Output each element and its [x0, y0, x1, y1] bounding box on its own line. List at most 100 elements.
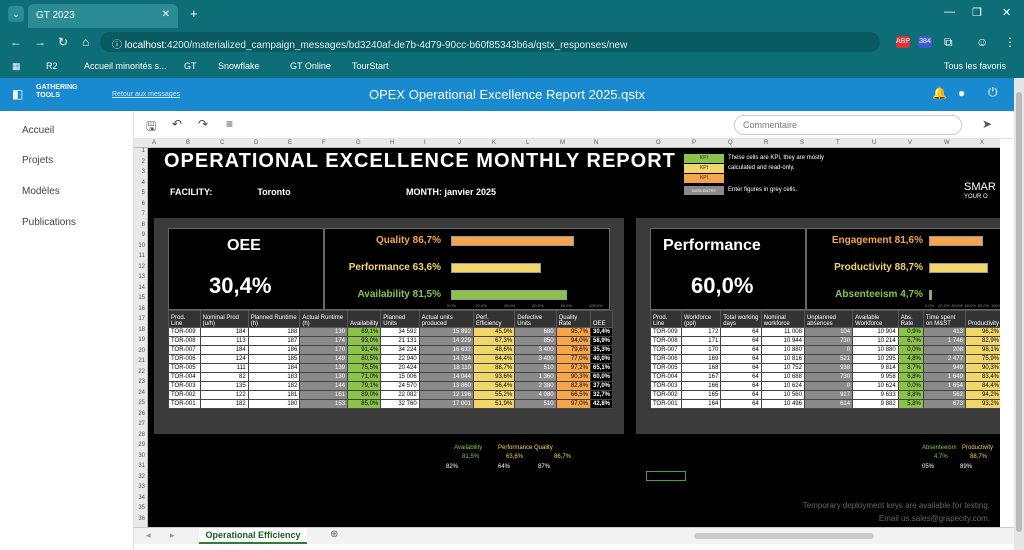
table-cell[interactable]: 144 — [299, 381, 348, 391]
bookmark-item[interactable]: Accueil minorités s... — [84, 61, 167, 71]
sidebar-item-publications[interactable]: Publications — [22, 217, 76, 228]
table-cell[interactable]: 1 649 — [922, 372, 966, 382]
all-bookmarks[interactable]: Tous les favoris — [944, 61, 1006, 71]
table-cell[interactable]: 614 — [803, 399, 854, 409]
tab-search-icon[interactable]: ⌄ — [8, 6, 24, 22]
column-header[interactable]: F — [322, 140, 326, 146]
table-cell[interactable]: 14 229 — [418, 336, 474, 346]
sidebar-item-modeles[interactable]: Modèles — [22, 186, 60, 197]
table-cell[interactable]: 161 — [299, 390, 348, 400]
table-cell[interactable]: 18 110 — [418, 363, 474, 373]
bookmark-item[interactable]: GT Online — [290, 61, 331, 71]
reload-icon[interactable]: ↻ — [58, 35, 68, 49]
table-cell[interactable]: 104 — [803, 327, 854, 337]
selected-cell[interactable] — [646, 471, 686, 481]
column-header[interactable]: H — [390, 140, 394, 146]
counter-extension-icon[interactable]: 384 — [918, 36, 932, 48]
apps-icon[interactable]: ▦ — [12, 61, 21, 72]
table-cell[interactable]: 130 — [299, 372, 348, 382]
vertical-scrollbar[interactable] — [1014, 78, 1024, 550]
row-header[interactable]: 15 — [138, 295, 145, 301]
column-header[interactable]: B — [186, 140, 190, 146]
table-cell[interactable]: 130 — [299, 327, 348, 337]
table-cell[interactable]: 938 — [803, 363, 854, 373]
table-cell[interactable]: 510 — [514, 399, 557, 409]
column-header[interactable]: D — [254, 140, 258, 146]
bookmark-item[interactable]: R2 — [46, 61, 58, 71]
row-header[interactable]: 30 — [138, 453, 145, 459]
table-cell[interactable]: 927 — [803, 390, 854, 400]
bookmark-item[interactable]: TourStart — [352, 61, 389, 71]
row-header[interactable]: 18 — [138, 327, 145, 333]
back-icon[interactable]: ← — [10, 35, 22, 49]
table-cell[interactable]: 521 — [803, 354, 854, 364]
bookmark-item[interactable]: GT — [184, 61, 197, 71]
table-cell[interactable]: 12 196 — [418, 390, 474, 400]
row-header[interactable]: 1 — [142, 148, 145, 154]
scrollbar-thumb[interactable] — [1016, 92, 1022, 532]
table-cell[interactable]: 0 — [803, 381, 854, 391]
table-cell[interactable]: 15 892 — [418, 327, 474, 337]
row-header[interactable]: 21 — [138, 358, 145, 364]
row-header[interactable]: 26 — [138, 411, 145, 417]
row-header[interactable]: 22 — [138, 369, 145, 375]
row-header[interactable]: 23 — [138, 379, 145, 385]
table-cell[interactable]: 730 — [803, 372, 854, 382]
menu-icon[interactable]: ⋮ — [1004, 35, 1016, 49]
row-header[interactable]: 10 — [138, 243, 145, 249]
table-cell[interactable]: 174 — [299, 336, 348, 346]
add-sheet-icon[interactable]: ⊕ — [330, 529, 338, 540]
close-tab-icon[interactable]: ✕ — [162, 9, 170, 20]
row-header[interactable]: 9 — [142, 232, 145, 238]
column-header[interactable]: W — [944, 140, 950, 146]
adblock-extension-icon[interactable]: ABP — [896, 36, 910, 48]
prev-sheet-icon[interactable]: ◂ — [146, 530, 151, 541]
extensions-icon[interactable]: ⧉ — [944, 35, 953, 50]
table-cell[interactable]: 149 — [299, 354, 348, 364]
column-header[interactable]: J — [458, 140, 461, 146]
table-cell[interactable]: 850 — [514, 336, 557, 346]
row-header[interactable]: 13 — [138, 274, 145, 280]
sidebar-item-accueil[interactable]: Accueil — [22, 125, 54, 136]
row-header[interactable]: 24 — [138, 390, 145, 396]
row-header[interactable]: 20 — [138, 348, 145, 354]
row-header[interactable]: 4 — [142, 180, 145, 186]
send-icon[interactable]: ➤ — [982, 117, 992, 131]
row-header[interactable]: 31 — [138, 463, 145, 469]
power-icon[interactable]: ⏻ — [988, 85, 998, 100]
row-header[interactable]: 5 — [142, 190, 145, 196]
home-icon[interactable]: ⌂ — [82, 35, 89, 49]
row-header[interactable]: 7 — [142, 211, 145, 217]
row-header[interactable]: 32 — [138, 474, 145, 480]
row-header[interactable]: 8 — [142, 222, 145, 228]
column-header[interactable]: A — [152, 140, 156, 146]
undo-icon[interactable]: ↶ — [172, 117, 182, 131]
column-header[interactable]: K — [492, 140, 496, 146]
column-header[interactable]: I — [424, 140, 426, 146]
row-header[interactable]: 16 — [138, 306, 145, 312]
profile-icon[interactable]: ☺ — [976, 35, 988, 49]
url-field[interactable]: ⓘ localhost:4200/materialized_campaign_m… — [100, 32, 880, 52]
row-header[interactable]: 25 — [138, 400, 145, 406]
spreadsheet-grid[interactable]: ABCDEFGHIJKLMNOPQRSTUVWXY 12345678910111… — [134, 139, 1000, 527]
table-cell[interactable]: 1 654 — [922, 381, 966, 391]
table-cell[interactable]: 673 — [922, 399, 966, 409]
table-cell[interactable]: 17 001 — [418, 399, 474, 409]
table-cell[interactable]: 510 — [514, 363, 557, 373]
row-header[interactable]: 14 — [138, 285, 145, 291]
maximize-icon[interactable]: ❐ — [972, 6, 982, 19]
column-header[interactable]: Q — [728, 140, 733, 146]
comment-input[interactable]: Commentaire — [734, 115, 962, 135]
column-header[interactable]: O — [656, 140, 661, 146]
horizontal-scrollbar[interactable] — [694, 533, 874, 539]
table-cell[interactable]: 13 860 — [418, 381, 474, 391]
column-header[interactable]: G — [356, 140, 361, 146]
minimize-icon[interactable]: — — [944, 6, 955, 18]
avatar[interactable]: ● — [958, 86, 965, 100]
column-header[interactable]: L — [526, 140, 529, 146]
table-cell[interactable]: 1 746 — [922, 336, 966, 346]
row-header[interactable]: 19 — [138, 337, 145, 343]
table-cell[interactable]: 139 — [299, 363, 348, 373]
row-header[interactable]: 17 — [138, 316, 145, 322]
table-cell[interactable]: 208 — [922, 345, 966, 355]
